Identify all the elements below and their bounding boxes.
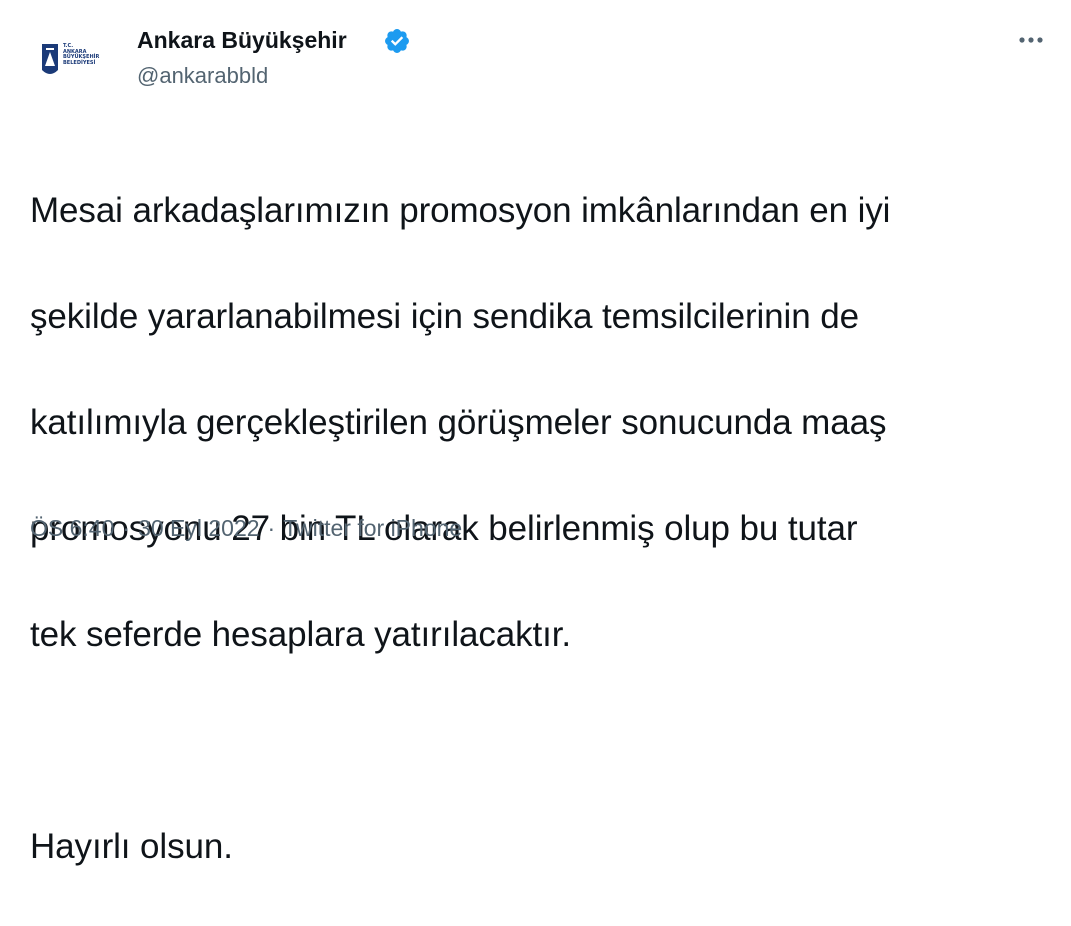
tweet-date[interactable]: 30 Eyl 2022 [138, 515, 259, 541]
tweet-line: katılımıyla gerçekleştirilen görüşmeler … [30, 403, 887, 442]
meta-separator: · [267, 515, 276, 541]
tweet-source[interactable]: Twitter for iPhone [283, 515, 462, 541]
verified-badge-icon [385, 29, 409, 53]
avatar[interactable]: T.C. ANKARA BÜYÜKŞEHİR BELEDİYESİ [30, 26, 110, 106]
logo-text: T.C. ANKARA BÜYÜKŞEHİR BELEDİYESİ [63, 43, 100, 66]
tweet-line: tek seferde hesaplara yatırılacaktır. [30, 615, 572, 654]
tweet-meta: ÖS 6:40 · 30 Eyl 2022 · Twitter for iPhone [30, 513, 462, 543]
tweet-line: Hayırlı olsun. [30, 827, 233, 866]
tweet-card: T.C. ANKARA BÜYÜKŞEHİR BELEDİYESİ Ankara… [0, 0, 1071, 866]
tweet-line: şekilde yararlanabilmesi için sendika te… [30, 297, 859, 336]
tweet-line: Mesai arkadaşlarımızın promosyon imkânla… [30, 191, 891, 230]
tweet-time[interactable]: ÖS 6:40 [30, 515, 114, 541]
display-name[interactable]: Ankara Büyükşehir [137, 26, 347, 54]
account-handle[interactable]: @ankarabbld [137, 62, 268, 90]
more-options-icon[interactable] [1013, 26, 1049, 54]
meta-separator: · [122, 515, 131, 541]
